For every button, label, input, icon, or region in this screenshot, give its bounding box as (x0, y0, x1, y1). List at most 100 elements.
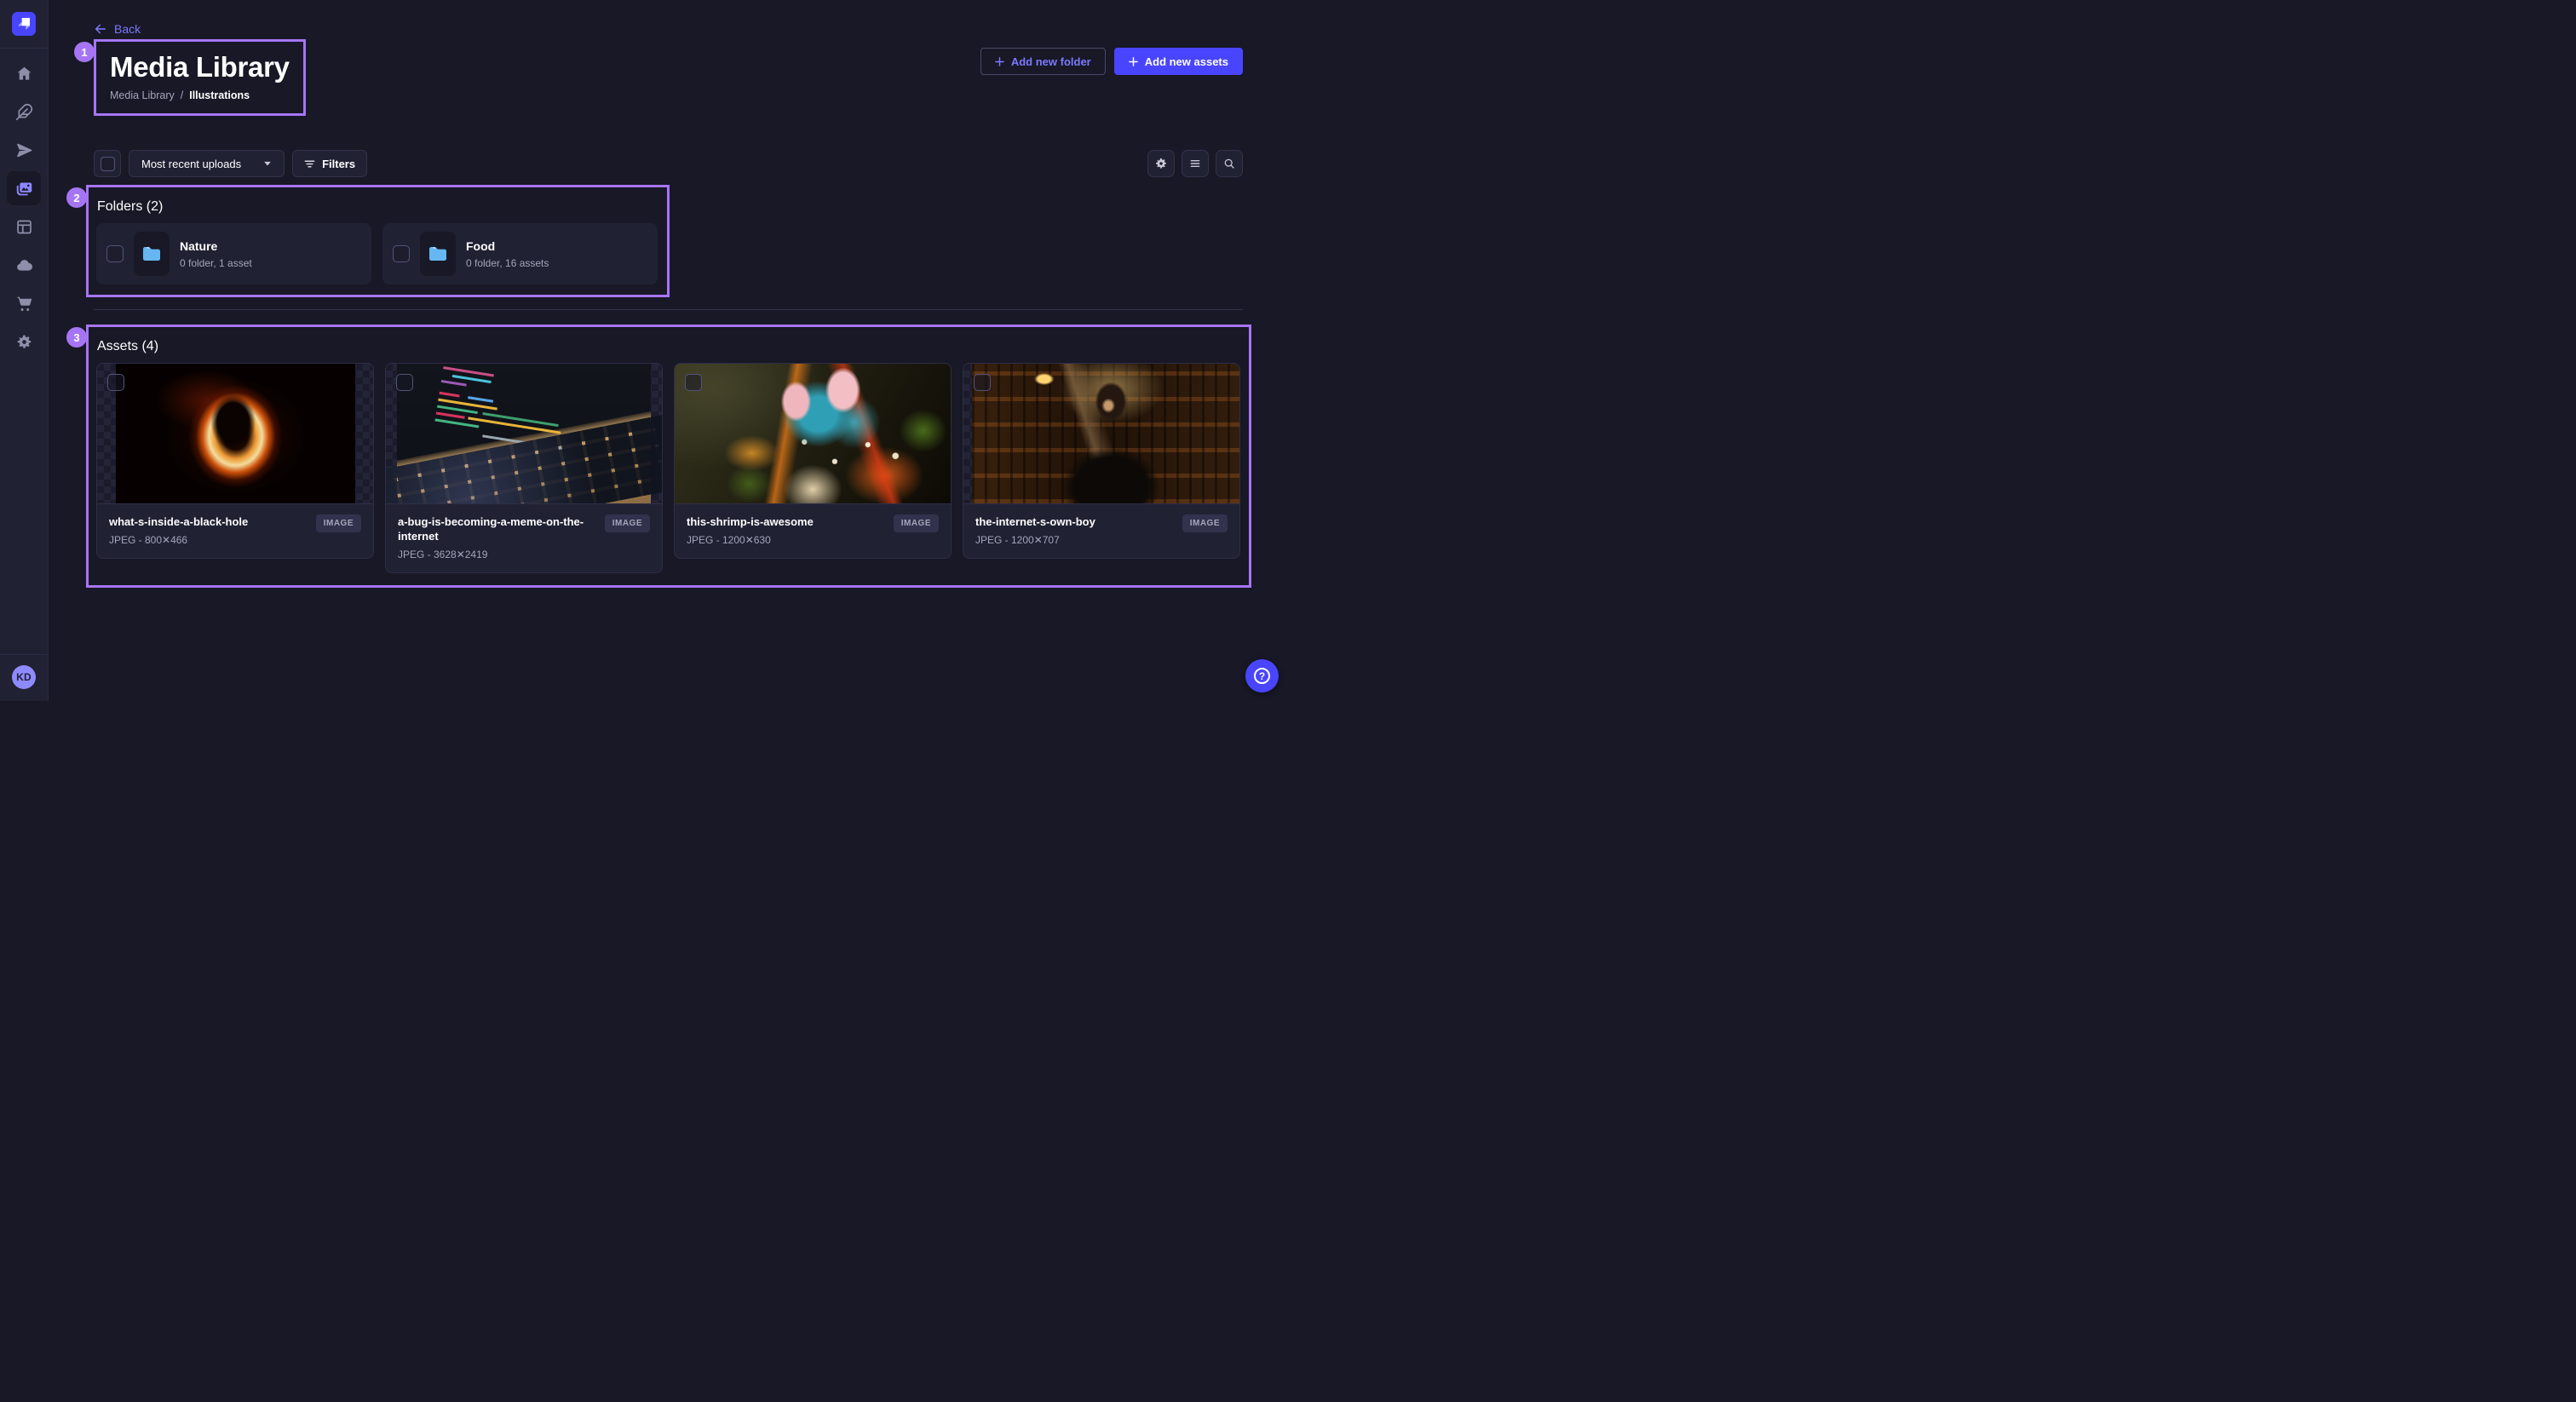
mantis-shrimp-image (675, 364, 951, 503)
asset-checkbox[interactable] (107, 374, 124, 391)
asset-type-badge: IMAGE (894, 514, 939, 532)
list-view-button[interactable] (1182, 150, 1209, 177)
cloud-icon (15, 256, 33, 274)
folder-meta: 0 folder, 16 assets (466, 257, 549, 269)
sidebar-bottom: KD (0, 642, 48, 701)
select-all-checkbox[interactable] (94, 150, 121, 177)
asset-info: the-internet-s-own-boy JPEG - 1200✕707 (975, 514, 1095, 546)
asset-thumbnail (963, 364, 1239, 503)
add-new-assets-button[interactable]: Add new assets (1114, 48, 1243, 75)
folder-tile (420, 232, 456, 276)
asset-card-black-hole[interactable]: what-s-inside-a-black-hole JPEG - 800✕46… (96, 363, 374, 559)
asset-checkbox[interactable] (685, 374, 702, 391)
sidebar-item-content-type-builder[interactable] (7, 95, 41, 129)
asset-name: what-s-inside-a-black-hole (109, 514, 248, 529)
paper-plane-icon (15, 141, 33, 159)
asset-card-bug-meme[interactable]: a-bug-is-becoming-a-meme-on-the-internet… (385, 363, 663, 573)
folder-tile (134, 232, 170, 276)
asset-meta: JPEG - 1200✕707 (975, 534, 1095, 546)
strapi-logo[interactable] (12, 12, 36, 36)
asset-card-footer: what-s-inside-a-black-hole JPEG - 800✕46… (97, 503, 373, 558)
asset-meta: JPEG - 1200✕630 (687, 534, 814, 546)
sort-dropdown-label: Most recent uploads (141, 158, 241, 170)
asset-checkbox[interactable] (974, 374, 991, 391)
asset-card-internets-own-boy[interactable]: the-internet-s-own-boy JPEG - 1200✕707 I… (963, 363, 1240, 559)
sidebar-item-settings[interactable] (7, 325, 41, 359)
user-avatar[interactable]: KD (12, 665, 36, 689)
toolbar-left: Most recent uploads Filters (94, 150, 367, 177)
list-icon (1188, 157, 1202, 170)
strapi-logo-icon (12, 12, 36, 36)
images-icon (15, 180, 33, 198)
folder-card-nature[interactable]: Nature 0 folder, 1 asset (96, 223, 371, 284)
plus-icon (995, 57, 1004, 66)
black-hole-image (116, 364, 355, 503)
filters-label: Filters (322, 158, 355, 170)
sidebar-item-home[interactable] (7, 56, 41, 90)
sidebar-nav (7, 56, 41, 359)
back-link[interactable]: Back (94, 22, 141, 36)
breadcrumb-current: Illustrations (189, 89, 250, 101)
search-icon (1222, 157, 1236, 170)
folder-list: Nature 0 folder, 1 asset Food 0 fol (96, 223, 658, 284)
feather-icon (15, 103, 33, 121)
add-new-assets-label: Add new assets (1145, 55, 1228, 68)
asset-checkbox[interactable] (396, 374, 413, 391)
breadcrumb-parent[interactable]: Media Library (110, 89, 175, 101)
folder-card-food[interactable]: Food 0 folder, 16 assets (382, 223, 658, 284)
back-label: Back (114, 22, 141, 36)
folders-section-title: Folders (2) (97, 199, 658, 215)
page-title: Media Library (110, 52, 290, 83)
header-row: 1 Media Library Media Library / Illustra… (94, 39, 1243, 116)
asset-thumbnail (675, 364, 951, 503)
folder-name: Food (466, 239, 549, 253)
asset-meta: JPEG - 3628✕2419 (398, 549, 590, 560)
asset-card-shrimp[interactable]: this-shrimp-is-awesome JPEG - 1200✕630 I… (674, 363, 952, 559)
search-button[interactable] (1216, 150, 1243, 177)
asset-info: this-shrimp-is-awesome JPEG - 1200✕630 (687, 514, 814, 546)
asset-name: the-internet-s-own-boy (975, 514, 1095, 529)
asset-type-badge: IMAGE (1182, 514, 1228, 532)
gear-icon (1154, 157, 1168, 170)
sidebar-item-cloud[interactable] (7, 248, 41, 282)
asset-type-badge: IMAGE (316, 514, 361, 532)
header-actions: Add new folder Add new assets (980, 48, 1243, 75)
folder-icon (428, 244, 448, 264)
folder-checkbox[interactable] (393, 245, 410, 262)
add-new-folder-button[interactable]: Add new folder (980, 48, 1106, 75)
asset-type-badge: IMAGE (605, 514, 650, 532)
help-icon: ? (1254, 668, 1270, 684)
asset-card-footer: a-bug-is-becoming-a-meme-on-the-internet… (386, 503, 662, 572)
arrow-left-icon (94, 22, 107, 36)
chevron-down-icon (263, 159, 272, 168)
help-button[interactable]: ? (1245, 659, 1279, 692)
toolbar-right (1147, 150, 1243, 177)
checkbox (101, 157, 115, 171)
sidebar-item-release[interactable] (7, 133, 41, 167)
annotation-box-2: 2 Folders (2) Nature 0 folder, 1 asset (86, 185, 670, 297)
sidebar: KD (0, 0, 49, 701)
annotation-badge-2: 2 (66, 187, 87, 208)
asset-name: this-shrimp-is-awesome (687, 514, 814, 529)
sort-dropdown[interactable]: Most recent uploads (129, 150, 285, 177)
settings-view-button[interactable] (1147, 150, 1175, 177)
asset-thumbnail (386, 364, 662, 503)
folder-info: Nature 0 folder, 1 asset (180, 239, 252, 269)
filters-button[interactable]: Filters (292, 150, 367, 177)
filter-icon (304, 158, 315, 170)
folder-info: Food 0 folder, 16 assets (466, 239, 549, 269)
laptop-code-image (397, 364, 651, 503)
library-portrait-image (972, 364, 1239, 503)
asset-card-footer: this-shrimp-is-awesome JPEG - 1200✕630 I… (675, 503, 951, 558)
breadcrumb: Media Library / Illustrations (110, 89, 290, 101)
main-content: Back 1 Media Library Media Library / Ill… (49, 0, 1291, 701)
sidebar-item-media-library[interactable] (7, 171, 41, 205)
annotation-box-1: 1 Media Library Media Library / Illustra… (94, 39, 306, 116)
asset-list: what-s-inside-a-black-hole JPEG - 800✕46… (96, 363, 1240, 573)
breadcrumb-separator: / (181, 89, 183, 101)
media-library-app: KD Back 1 Media Library Media Library / … (0, 0, 1288, 701)
sidebar-item-content-manager[interactable] (7, 210, 41, 244)
asset-meta: JPEG - 800✕466 (109, 534, 248, 546)
sidebar-item-marketplace[interactable] (7, 286, 41, 320)
folder-checkbox[interactable] (106, 245, 124, 262)
